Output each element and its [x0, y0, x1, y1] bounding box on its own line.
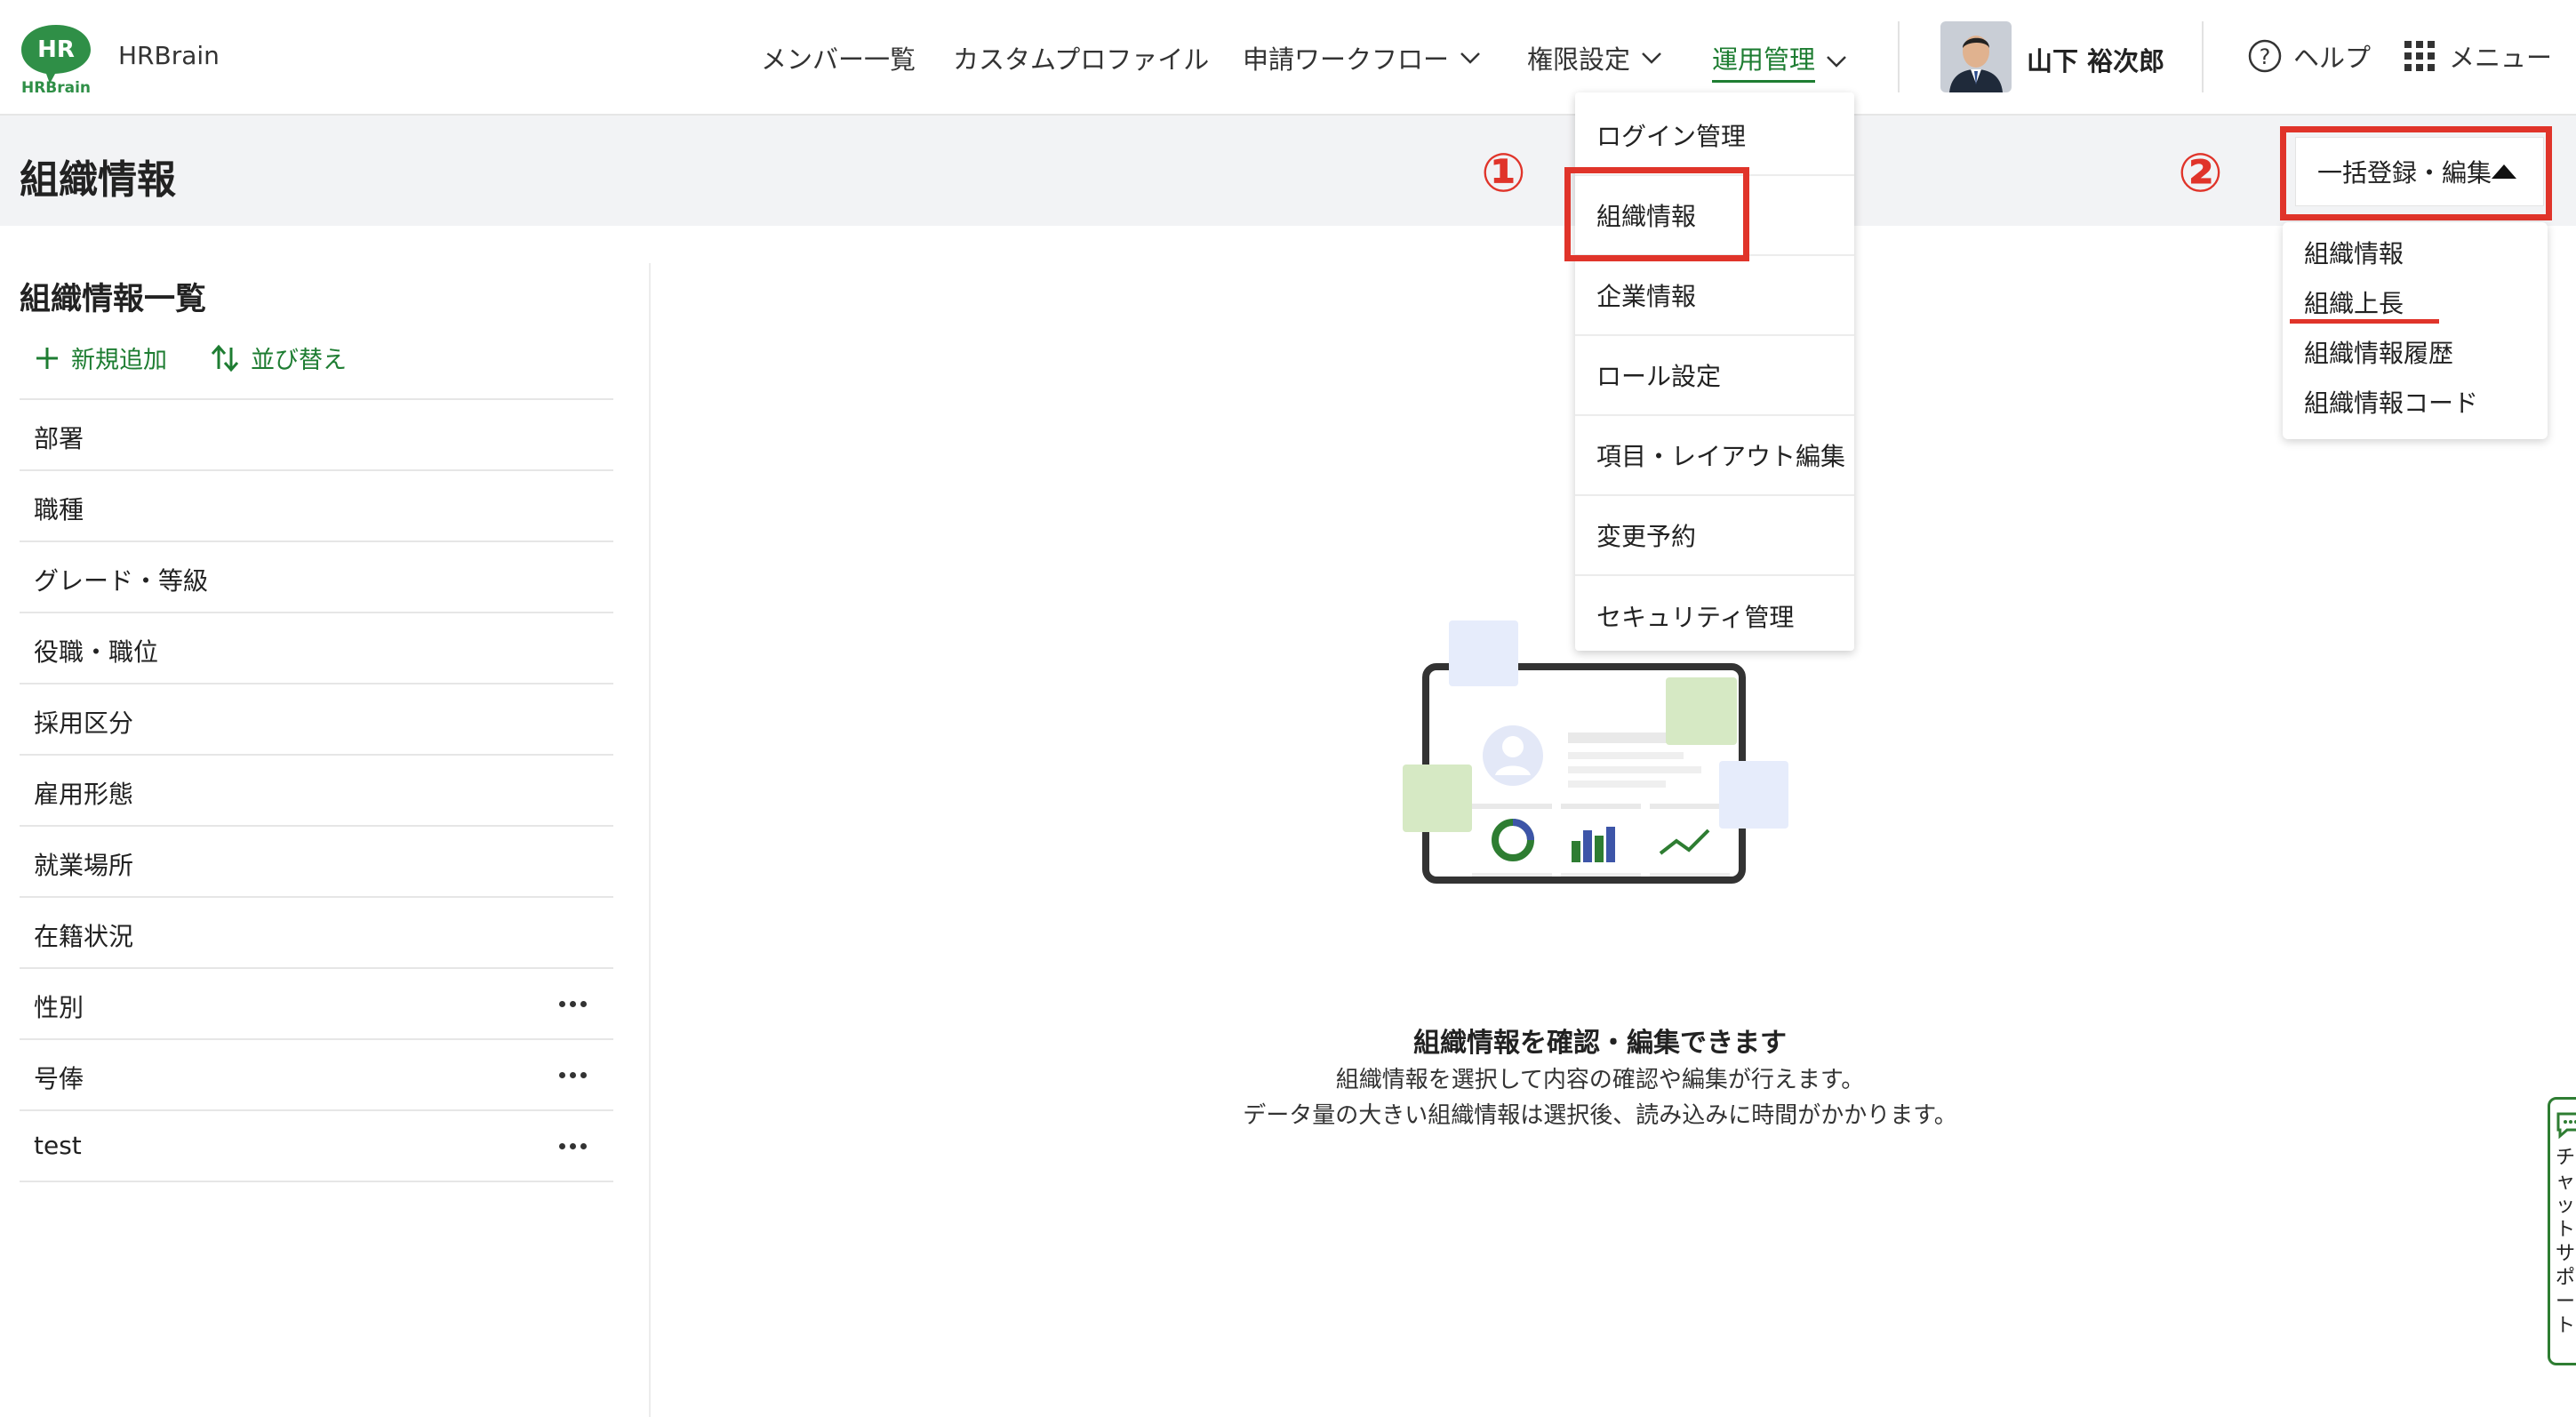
help-label: ヘルプ	[2293, 43, 2372, 73]
app-name: HRBrain	[118, 41, 220, 70]
nav-custom-profile-label: カスタムプロファイル	[953, 44, 1210, 75]
list-item-label: 雇用形態	[34, 780, 134, 809]
list-item-label: 部署	[34, 424, 84, 453]
list-item[interactable]: 役職・職位	[20, 613, 613, 684]
ops-menu-item-layout[interactable]: 項目・レイアウト編集	[1575, 416, 1854, 496]
empty-state-text: 組織情報を選択して内容の確認や編集が行えます。	[1335, 1067, 1865, 1093]
annotation-marker-1: ①	[1481, 142, 1526, 204]
ops-menu-item-security[interactable]: セキュリティ管理	[1575, 576, 1854, 656]
annotation-marker-2: ②	[2178, 142, 2223, 204]
nav-permissions[interactable]: 権限設定	[1527, 39, 1664, 76]
list-title: 組織情報一覧	[20, 282, 207, 317]
help-circle-icon: ?	[2248, 39, 2282, 73]
bulk-menu-item-org-code[interactable]: 組織情報コード	[2304, 384, 2478, 420]
nav-permissions-label: 権限設定	[1527, 44, 1631, 75]
list-item-label: グレード・等級	[34, 566, 209, 596]
bulk-menu-item-org-history[interactable]: 組織情報履歴	[2304, 334, 2453, 370]
list-item-label: 就業場所	[34, 851, 134, 880]
nav-members-label: メンバー一覧	[761, 44, 916, 75]
menu-label: メニュー	[2449, 43, 2553, 73]
nav-workflow[interactable]: 申請ワークフロー	[1243, 39, 1483, 76]
nav-custom-profile[interactable]: カスタムプロファイル	[953, 39, 1209, 76]
list-item[interactable]: test	[20, 1111, 613, 1182]
panel-divider	[649, 263, 651, 1417]
nav-workflow-label: 申請ワークフロー	[1243, 44, 1450, 75]
chevron-down-icon	[1460, 52, 1480, 64]
chat-support-tab[interactable]: チャットサポート	[2548, 1097, 2576, 1365]
add-new-label: 新規追加	[71, 347, 167, 374]
list-item-label: 性別	[34, 993, 84, 1022]
grid-icon	[2404, 41, 2435, 71]
add-new-button[interactable]: 新規追加	[34, 340, 167, 375]
sort-button[interactable]: 並び替え	[210, 340, 347, 375]
bulk-menu-item-org-supervisor[interactable]: 組織上長	[2304, 284, 2404, 320]
list-item-label: 役職・職位	[34, 637, 159, 667]
list-item[interactable]: 号俸	[20, 1040, 613, 1111]
avatar[interactable]	[1940, 21, 2012, 92]
list-item[interactable]: 雇用形態	[20, 756, 613, 827]
list-item-label: test	[34, 1131, 82, 1160]
svg-text:HRBrain: HRBrain	[21, 79, 91, 96]
header-divider	[1898, 21, 1900, 92]
user-name[interactable]: 山下 裕次郎	[2027, 41, 2164, 78]
list-item-label: 在籍状況	[34, 922, 134, 951]
ops-menu-item-schedule[interactable]: 変更予約	[1575, 496, 1854, 576]
more-options-icon[interactable]	[559, 1143, 587, 1149]
nav-members[interactable]: メンバー一覧	[761, 39, 916, 76]
list-item-label: 採用区分	[34, 708, 134, 738]
hrbrain-logo[interactable]: HR HRBrain	[18, 21, 94, 97]
svg-text:?: ?	[2260, 44, 2271, 69]
ops-menu-item-roles[interactable]: ロール設定	[1575, 336, 1854, 416]
sort-arrows-icon	[211, 344, 239, 372]
app-menu-button[interactable]: メニュー	[2404, 37, 2552, 75]
nav-operations-label: 運用管理	[1712, 39, 1816, 83]
ops-menu-item-login[interactable]: ログイン管理	[1575, 96, 1854, 176]
bulk-menu-item-org-info[interactable]: 組織情報	[2304, 235, 2404, 270]
help-link[interactable]: ? ヘルプ	[2247, 37, 2371, 75]
annotation-box-2	[2280, 126, 2552, 220]
list-item[interactable]: 就業場所	[20, 827, 613, 898]
page-title: 組織情報	[20, 157, 176, 203]
annotation-underline	[2290, 319, 2439, 324]
bulk-edit-menu: 組織情報 組織上長 組織情報履歴 組織情報コード	[2283, 222, 2548, 439]
list-item[interactable]: 性別	[20, 969, 613, 1040]
chat-bubble-icon	[2556, 1112, 2576, 1140]
annotation-box-1	[1564, 167, 1749, 261]
chat-support-label: チャットサポート	[2556, 1147, 2576, 1337]
org-info-list: 部署 職種 グレード・等級 役職・職位 採用区分 雇用形態 就業場所 在籍状況 …	[20, 398, 613, 1182]
empty-state-heading: 組織情報を確認・編集できます	[1413, 1028, 1787, 1059]
more-options-icon[interactable]	[559, 1072, 587, 1078]
svg-text:HR: HR	[37, 36, 75, 63]
nav-operations[interactable]: 運用管理	[1712, 39, 1849, 83]
chevron-down-icon	[1827, 55, 1846, 68]
list-item[interactable]: 採用区分	[20, 684, 613, 756]
list-item[interactable]: 部署	[20, 400, 613, 471]
chevron-down-icon	[1642, 52, 1661, 64]
sort-label: 並び替え	[251, 347, 347, 374]
header-divider	[2202, 21, 2204, 92]
ops-menu-item-company[interactable]: 企業情報	[1575, 256, 1854, 336]
list-item[interactable]: グレード・等級	[20, 542, 613, 613]
plus-icon	[36, 347, 58, 369]
more-options-icon[interactable]	[559, 1001, 587, 1007]
list-item-label: 職種	[34, 495, 84, 524]
list-item[interactable]: 在籍状況	[20, 898, 613, 969]
empty-state-text: データ量の大きい組織情報は選択後、読み込みに時間がかかります。	[1243, 1102, 1957, 1129]
list-item[interactable]: 職種	[20, 471, 613, 542]
empty-state-illustration	[1403, 613, 1788, 925]
list-item-label: 号俸	[34, 1064, 84, 1093]
